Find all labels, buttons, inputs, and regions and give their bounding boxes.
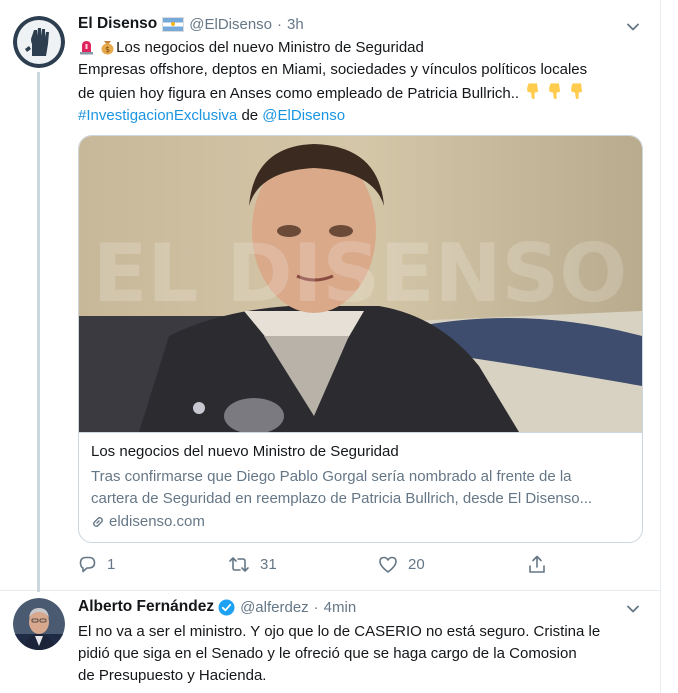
tweet-text-line-3: de Presupuesto y Hacienda. [78, 667, 267, 684]
retweet-count: 31 [260, 556, 277, 573]
author-name[interactable]: El Disenso [78, 15, 157, 33]
card-description: Tras confirmarse que Diego Pablo Gorgal … [91, 466, 636, 510]
retweet-icon [229, 557, 249, 572]
card-description-line-2: cartera de Seguridad en reemplazo de Pat… [91, 490, 593, 507]
siren-emoji-icon [80, 41, 93, 55]
tweet-text-line-2: Empresas offshore, deptos en Miami, soci… [78, 61, 588, 78]
tweet-alberto-fernandez[interactable]: Alberto Fernández @alferdez · 4min El no… [0, 590, 660, 693]
share-icon [529, 555, 545, 573]
card-meta[interactable]: Los negocios del nuevo Ministro de Segur… [79, 432, 642, 542]
verified-badge-icon [218, 599, 235, 615]
card-watermark: EL DISENSO [93, 227, 628, 320]
tweet-actions: 1 31 20 [78, 555, 558, 577]
card-domain[interactable]: eldisenso.com [91, 513, 205, 530]
argentina-flag-icon [162, 16, 185, 32]
card-domain-text: eldisenso.com [109, 513, 205, 530]
tweet-timestamp[interactable]: 3h [287, 16, 304, 33]
money-bag-emoji-icon: $ [101, 41, 114, 55]
caret-down-icon[interactable] [626, 20, 640, 34]
card-title[interactable]: Los negocios del nuevo Ministro de Segur… [91, 443, 399, 460]
reply-count: 1 [107, 556, 116, 573]
tweet-header: Alberto Fernández @alferdez · 4min [78, 598, 356, 616]
avatar-alberto-fernandez[interactable] [13, 598, 65, 650]
caret-down-icon[interactable] [626, 602, 640, 616]
thumbs-down-emoji-icon [527, 83, 539, 100]
timeline: El Disenso @ElDisenso · 3h $ Los negocio… [0, 0, 661, 693]
tweet-text-line-3-text: de quien hoy figura en Anses como emplea… [78, 85, 520, 102]
like-button[interactable]: 20 [378, 555, 425, 574]
author-handle[interactable]: @ElDisenso [189, 16, 272, 33]
link-preview-card[interactable]: EL DISENSO Los negocios del nuevo Minist… [78, 135, 643, 543]
reply-button[interactable]: 1 [78, 555, 115, 574]
separator-dot: · [277, 15, 283, 33]
thread-connector-line [37, 72, 40, 592]
tweet-el-disenso[interactable]: El Disenso @ElDisenso · 3h $ Los negocio… [0, 0, 660, 592]
like-count: 20 [408, 556, 425, 573]
card-image[interactable]: EL DISENSO [79, 136, 642, 432]
tweet-text-line-3: de quien hoy figura en Anses como emplea… [78, 81, 643, 105]
share-button[interactable] [528, 555, 556, 574]
svg-text:$: $ [105, 45, 110, 54]
retweet-button[interactable]: 31 [228, 555, 277, 574]
tweet-text-line-4: #InvestigacionExclusiva de @ElDisenso [78, 105, 643, 127]
like-icon [379, 556, 397, 573]
tweet-timestamp[interactable]: 4min [324, 599, 357, 616]
connector-text: de [241, 107, 259, 124]
tweet-text: $ Los negocios del nuevo Ministro de Seg… [78, 37, 643, 127]
tweet-text-line-2: pidió que siga en el Senado y le ofreció… [78, 645, 577, 662]
hashtag-link[interactable]: #InvestigacionExclusiva [78, 107, 237, 124]
avatar-el-disenso[interactable] [13, 16, 65, 68]
tweet-text: El no va a ser el ministro. Y ojo que lo… [78, 621, 643, 687]
link-icon [93, 516, 103, 527]
thumbs-down-emoji-icon [549, 83, 561, 100]
card-description-line-1: Tras confirmarse que Diego Pablo Gorgal … [91, 468, 572, 485]
mention-link[interactable]: @ElDisenso [262, 107, 345, 124]
thumbs-down-emoji-icon [571, 83, 583, 100]
reply-icon [79, 556, 96, 573]
tweet-text-line-1: El no va a ser el ministro. Y ojo que lo… [78, 623, 601, 640]
tweet-headline: Los negocios del nuevo Ministro de Segur… [116, 39, 424, 56]
author-name[interactable]: Alberto Fernández [78, 598, 214, 616]
author-handle[interactable]: @alferdez [240, 599, 309, 616]
tweet-header: El Disenso @ElDisenso · 3h [78, 15, 304, 33]
separator-dot: · [313, 598, 319, 616]
tweet-text-line-1: $ Los negocios del nuevo Ministro de Seg… [78, 37, 643, 59]
